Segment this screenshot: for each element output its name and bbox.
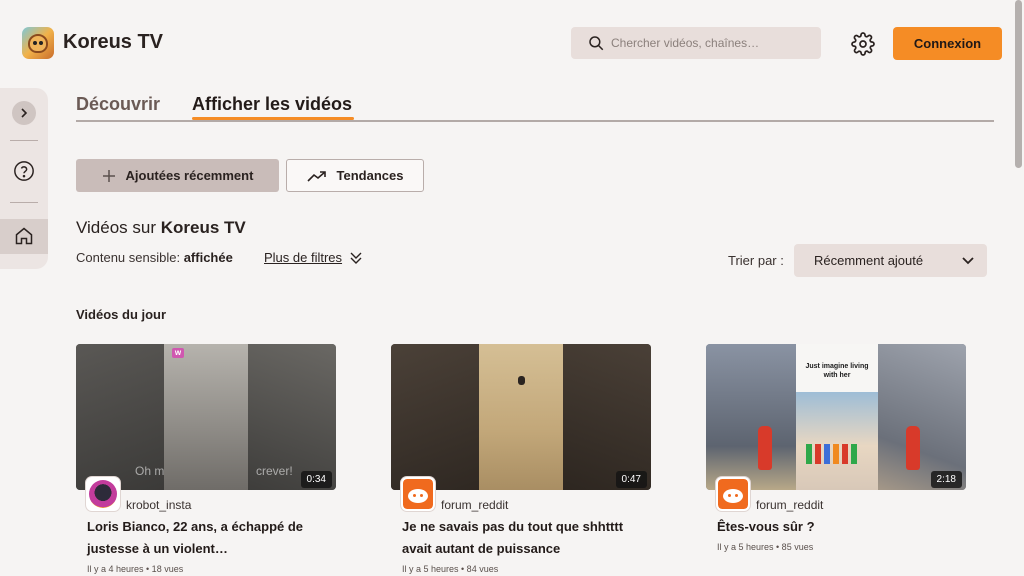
- reddit-icon: [718, 479, 748, 509]
- more-filters-label: Plus de filtres: [264, 250, 343, 265]
- more-filters-link[interactable]: Plus de filtres: [264, 250, 362, 265]
- home-icon: [15, 227, 33, 245]
- video-thumbnail[interactable]: 0:47: [391, 344, 651, 490]
- thumbnail-caption: Just imagine living with her: [805, 363, 869, 379]
- videos-heading: Vidéos sur Koreus TV: [76, 218, 246, 238]
- video-card[interactable]: Just imagine living with her 2:18 forum_…: [706, 344, 966, 552]
- sidebar-divider: [10, 202, 38, 203]
- channel-avatar[interactable]: [401, 477, 435, 511]
- video-meta: Il y a 4 heures • 18 vues: [87, 564, 184, 574]
- video-duration: 0:47: [615, 471, 647, 488]
- video-card[interactable]: 0:47 forum_reddit Je ne savais pas du to…: [391, 344, 651, 574]
- plus-icon: [102, 169, 115, 182]
- recent-filter-label: Ajoutées récemment: [125, 168, 254, 183]
- sidebar: [0, 88, 48, 269]
- recent-filter-button[interactable]: Ajoutées récemment: [76, 159, 279, 192]
- channel-name[interactable]: krobot_insta: [126, 498, 191, 512]
- video-duration: 2:18: [930, 471, 962, 488]
- video-card[interactable]: w Oh m crever! 0:34 krobot_insta Loris B…: [76, 344, 336, 574]
- video-duration: 0:34: [300, 471, 332, 488]
- search-input[interactable]: [611, 36, 811, 50]
- sensitive-label: Contenu sensible:: [76, 250, 181, 265]
- thumbnail-caption: Oh m: [135, 464, 165, 478]
- video-thumbnail[interactable]: Just imagine living with her 2:18: [706, 344, 966, 490]
- video-thumbnail[interactable]: w Oh m crever! 0:34: [76, 344, 336, 490]
- gear-icon[interactable]: [851, 32, 875, 56]
- chevron-right-icon: [21, 108, 28, 118]
- sort-value: Récemment ajouté: [814, 253, 924, 268]
- active-tab-indicator: [192, 117, 354, 120]
- page-scrollbar[interactable]: [1015, 0, 1022, 168]
- robot-icon: [89, 480, 117, 508]
- brand-name[interactable]: Koreus TV: [63, 31, 163, 54]
- tab-decouvrir[interactable]: Découvrir: [76, 94, 160, 115]
- login-button[interactable]: Connexion: [893, 27, 1002, 60]
- trending-icon: [306, 170, 326, 182]
- sort-select[interactable]: Récemment ajouté: [794, 244, 987, 277]
- channel-name[interactable]: forum_reddit: [756, 498, 823, 512]
- sidebar-divider: [10, 140, 38, 141]
- koreus-logo[interactable]: [22, 27, 54, 59]
- sensitive-content-filter[interactable]: Contenu sensible: affichée: [76, 250, 233, 265]
- home-button[interactable]: [12, 224, 36, 248]
- help-icon: [14, 161, 34, 181]
- channel-avatar[interactable]: [86, 477, 120, 511]
- watermark-logo: w: [172, 348, 184, 358]
- video-meta: Il y a 5 heures • 84 vues: [402, 564, 499, 574]
- thumbnail-caption: crever!: [256, 464, 293, 478]
- video-title[interactable]: Je ne savais pas du tout que shhtttt ava…: [402, 516, 642, 560]
- search-box[interactable]: [571, 27, 821, 59]
- trending-filter-label: Tendances: [336, 168, 404, 183]
- video-title[interactable]: Êtes-vous sûr ?: [717, 516, 957, 538]
- tab-bar: Découvrir Afficher les vidéos: [76, 90, 994, 122]
- sort-label: Trier par :: [728, 253, 784, 268]
- thumbnail-bottle: [758, 426, 772, 470]
- channel-name[interactable]: forum_reddit: [441, 498, 508, 512]
- trending-filter-button[interactable]: Tendances: [286, 159, 424, 192]
- section-title: Vidéos du jour: [76, 307, 167, 322]
- sensitive-value: affichée: [183, 250, 233, 265]
- video-meta: Il y a 5 heures • 85 vues: [717, 542, 814, 552]
- tab-afficher-videos[interactable]: Afficher les vidéos: [192, 94, 352, 115]
- double-chevron-down-icon: [350, 252, 362, 264]
- video-title[interactable]: Loris Bianco, 22 ans, a échappé de juste…: [87, 516, 327, 560]
- thumbnail-bottle: [906, 426, 920, 470]
- search-icon: [589, 36, 604, 51]
- videos-heading-channel: Koreus TV: [160, 218, 246, 237]
- help-button[interactable]: [12, 159, 36, 183]
- reddit-icon: [403, 479, 433, 509]
- thumbnail-bottles: [806, 442, 868, 464]
- channel-avatar[interactable]: [716, 477, 750, 511]
- thumbnail-figure: [518, 376, 525, 385]
- expand-sidebar-button[interactable]: [12, 101, 36, 125]
- videos-heading-prefix: Vidéos sur: [76, 218, 157, 237]
- top-bar: Koreus TV Connexion: [0, 0, 1024, 86]
- chevron-down-icon: [962, 257, 974, 265]
